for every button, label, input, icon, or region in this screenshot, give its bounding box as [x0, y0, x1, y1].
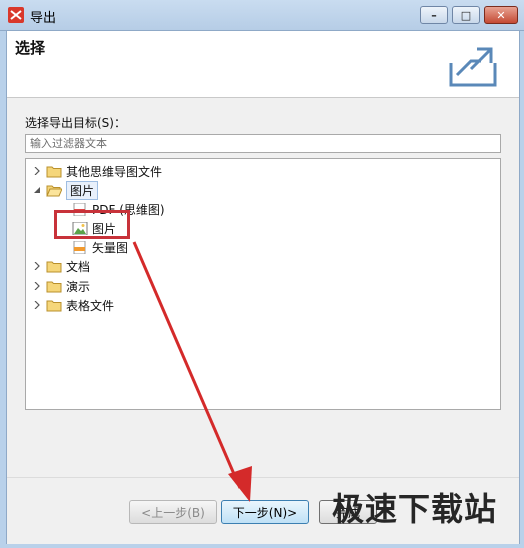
back-button[interactable]: <上一步(B)	[129, 500, 217, 524]
minimize-button[interactable]: –	[420, 6, 448, 24]
filter-input[interactable]	[25, 134, 501, 153]
next-button[interactable]: 下一步(N)>	[221, 500, 309, 524]
tree-item-vector[interactable]: 矢量图	[72, 238, 128, 256]
tree-item-label: 图片	[66, 180, 99, 200]
tree-item-label: 表格文件	[66, 298, 115, 313]
page-title: 选择	[15, 39, 46, 57]
tree-item-pdf[interactable]: PDF (思维图)	[72, 200, 165, 218]
wizard-content: 选择导出目标(S)： 其他思维导图文件 图片 PDF (思维图)	[7, 98, 519, 468]
expand-arrow-icon[interactable]	[32, 300, 42, 310]
select-target-label: 选择导出目标(S)：	[25, 116, 126, 130]
collapse-arrow-icon[interactable]	[32, 185, 42, 195]
close-icon: ✕	[496, 8, 506, 22]
folder-icon	[46, 261, 62, 272]
folder-icon	[46, 281, 62, 292]
tree-item-label: 演示	[66, 279, 91, 294]
tree-item-presentation[interactable]: 演示	[32, 277, 90, 295]
export-target-tree[interactable]: 其他思维导图文件 图片 PDF (思维图) 图片 矢量图 文档 演示 表格文件	[25, 158, 501, 410]
tree-item-label: 图片	[92, 221, 117, 236]
tree-item-label: 其他思维导图文件	[66, 164, 163, 179]
tree-item-label: 文档	[66, 259, 91, 274]
expand-arrow-icon[interactable]	[32, 281, 42, 291]
tree-item-image[interactable]: 图片	[32, 180, 99, 200]
folder-icon	[46, 166, 62, 177]
expand-arrow-icon[interactable]	[32, 261, 42, 271]
close-button[interactable]: ✕	[484, 6, 518, 24]
tree-item-label: PDF (思维图)	[92, 202, 165, 217]
xmind-app-icon	[8, 7, 24, 23]
tree-item-picture[interactable]: 图片	[72, 219, 116, 237]
export-icon	[449, 47, 497, 87]
wizard-header: 选择	[7, 31, 519, 98]
window-titlebar: 导出 – □ ✕	[0, 0, 524, 31]
folder-icon	[46, 300, 62, 311]
tree-item-spreadsheet[interactable]: 表格文件	[32, 296, 114, 314]
maximize-icon: □	[460, 8, 472, 22]
open-folder-icon	[46, 185, 62, 196]
tree-item-label: 矢量图	[92, 240, 129, 255]
svg-file-icon	[73, 240, 86, 254]
minimize-icon: –	[431, 8, 437, 22]
pdf-file-icon	[73, 202, 86, 216]
tree-item-document[interactable]: 文档	[32, 257, 90, 275]
window-title: 导出	[30, 11, 57, 26]
tree-item-other-mindmap[interactable]: 其他思维导图文件	[32, 162, 162, 180]
expand-arrow-icon[interactable]	[32, 166, 42, 176]
dialog-frame: 选择 选择导出目标(S)： 其他思维导图文件 图片	[6, 30, 520, 544]
maximize-button[interactable]: □	[452, 6, 480, 24]
watermark-text: 极速下载站	[332, 490, 498, 528]
image-file-icon	[72, 221, 88, 235]
